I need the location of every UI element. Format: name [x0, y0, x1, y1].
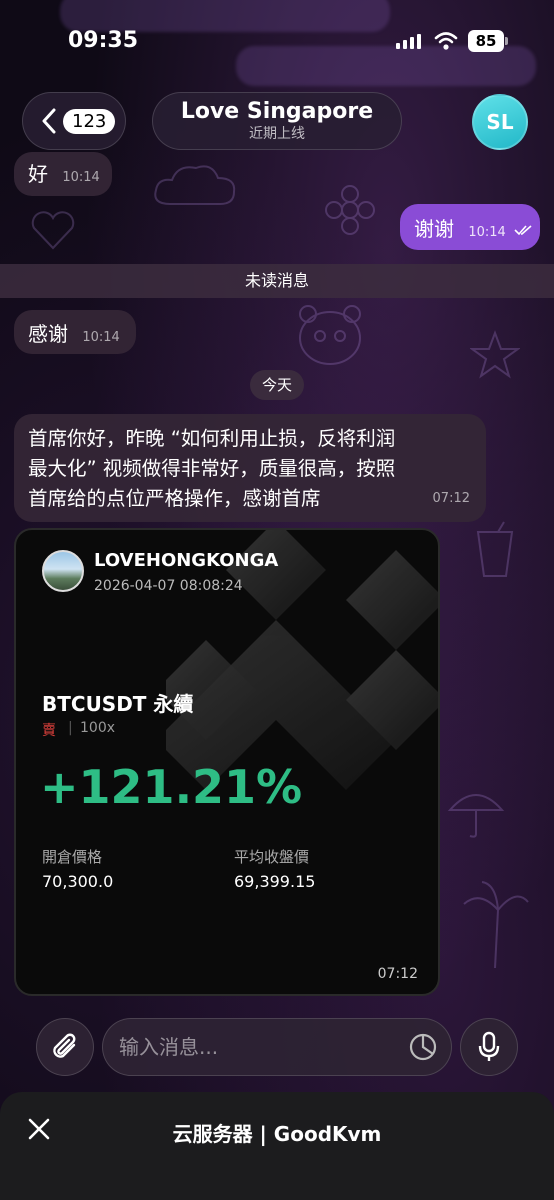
avatar-initials: SL [486, 110, 514, 134]
message-time: 10:14 [82, 330, 120, 345]
message-time: 07:12 [432, 491, 470, 506]
message-time: 07:12 [377, 966, 418, 982]
chat-title: Love Singapore [180, 99, 374, 124]
trade-side: 賣 [42, 723, 56, 739]
date-divider: 今天 [250, 370, 304, 400]
status-bar: 09:35 85 [0, 0, 554, 84]
trade-separator: | [68, 720, 73, 736]
doodle-cup-icon [476, 521, 514, 577]
message-text: 谢谢 [414, 217, 454, 241]
message-input-placeholder: 输入消息... [119, 1035, 219, 1059]
message-text: 感谢 [28, 322, 68, 346]
doodle-star-icon [470, 330, 520, 379]
exit-price-value: 69,399.15 [234, 872, 316, 891]
message-incoming[interactable]: 感谢 10:14 [14, 310, 136, 354]
doodle-umbrella-icon [447, 794, 505, 838]
trade-datetime: 2026-04-07 08:08:24 [94, 578, 243, 594]
unread-divider: 未读消息 [0, 264, 554, 298]
message-text: 好 [28, 162, 48, 186]
battery-level: 85 [475, 32, 497, 50]
status-time: 09:35 [68, 28, 139, 53]
message-line: 首席你好，昨晚 “如何利用止损，反将利润 [28, 427, 396, 450]
date-divider-label: 今天 [261, 376, 292, 394]
unread-divider-label: 未读消息 [244, 271, 309, 290]
message-incoming[interactable]: 好 10:14 [14, 152, 112, 196]
attach-button[interactable] [36, 1018, 94, 1076]
message-incoming-long[interactable]: 首席你好，昨晚 “如何利用止损，反将利润 最大化” 视频做得非常好，质量很高，按… [14, 414, 486, 522]
message-input[interactable]: 输入消息... [102, 1018, 452, 1076]
exit-price-label: 平均收盤價 [234, 848, 310, 866]
entry-price-value: 70,300.0 [42, 872, 114, 891]
unread-count-badge: 123 [63, 108, 116, 134]
cellular-signal-icon [396, 34, 421, 49]
sticker-icon[interactable] [408, 1032, 438, 1062]
banner-title: 云服务器 | GoodKvm [172, 1122, 382, 1146]
trade-result-card[interactable]: LOVEHONGKONGA 2026-04-07 08:08:24 BTCUSD… [14, 528, 440, 996]
back-chevron-icon [42, 108, 56, 134]
back-button[interactable]: 123 [22, 92, 126, 150]
voice-record-button[interactable] [460, 1018, 518, 1076]
entry-price-label: 開倉價格 [42, 848, 103, 866]
trader-avatar [42, 550, 84, 592]
contact-avatar[interactable]: SL [472, 94, 528, 150]
message-line: 最大化” 视频做得非常好，质量很高，按照 [28, 457, 396, 480]
battery-indicator: 85 [468, 30, 508, 52]
message-time: 10:14 [468, 225, 506, 240]
doodle-panda-icon [299, 305, 361, 365]
bottom-banner: 云服务器 | GoodKvm [0, 1092, 554, 1200]
read-check-icon [514, 225, 532, 236]
chat-last-seen: 近期上线 [249, 126, 305, 142]
doodle-cloud-icon [154, 165, 236, 205]
wifi-icon [434, 32, 458, 50]
message-line: 首席给的点位严格操作，感谢首席 [28, 487, 321, 510]
doodle-heart-icon [31, 211, 75, 250]
trader-username: LOVEHONGKONGA [94, 550, 279, 571]
message-time: 10:14 [62, 170, 100, 185]
doodle-flower-icon [325, 185, 375, 235]
chat-title-pill[interactable]: Love Singapore 近期上线 [152, 92, 402, 150]
message-outgoing[interactable]: 谢谢 10:14 [400, 204, 540, 250]
trade-leverage: 100x [80, 720, 116, 736]
microphone-icon [478, 1031, 500, 1061]
trade-pnl: +121.21% [40, 760, 303, 814]
trade-pair: BTCUSDT 永續 [42, 692, 194, 716]
doodle-palm-icon [463, 881, 529, 969]
paperclip-icon [53, 1033, 76, 1058]
